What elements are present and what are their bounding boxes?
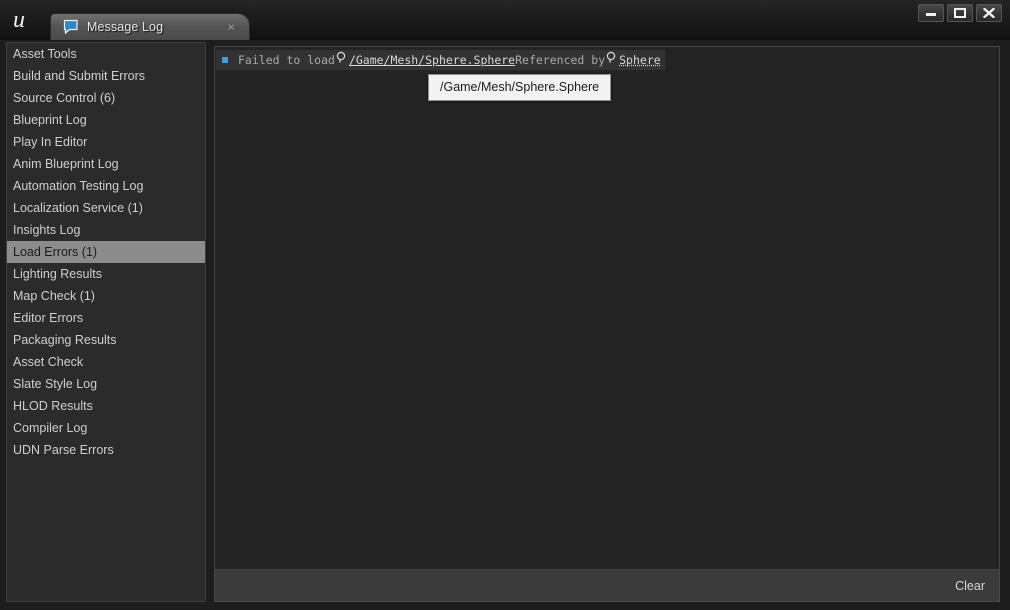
- search-icon[interactable]: [606, 51, 618, 69]
- sidebar-item-packaging-results[interactable]: Packaging Results: [7, 329, 205, 351]
- sidebar-item-slate-style-log[interactable]: Slate Style Log: [7, 373, 205, 395]
- sidebar-item-map-check-1[interactable]: Map Check (1): [7, 285, 205, 307]
- sidebar-item-automation-testing-log[interactable]: Automation Testing Log: [7, 175, 205, 197]
- svg-text:u: u: [13, 7, 25, 33]
- sidebar-item-hlod-results[interactable]: HLOD Results: [7, 395, 205, 417]
- sidebar-item-localization-service-1[interactable]: Localization Service (1): [7, 197, 205, 219]
- sidebar-item-play-in-editor[interactable]: Play In Editor: [7, 131, 205, 153]
- search-icon[interactable]: [336, 51, 348, 69]
- close-icon[interactable]: ×: [227, 21, 235, 34]
- sidebar-item-compiler-log[interactable]: Compiler Log: [7, 417, 205, 439]
- title-bar: u Message Log ×: [0, 0, 1010, 40]
- tab-label: Message Log: [87, 20, 164, 34]
- asset-path-tooltip: /Game/Mesh/Sphere.Sphere: [428, 74, 612, 101]
- tab-message-log[interactable]: Message Log ×: [50, 13, 250, 40]
- asset-link-referencer[interactable]: Sphere: [619, 53, 661, 67]
- sidebar-item-build-and-submit-errors[interactable]: Build and Submit Errors: [7, 65, 205, 87]
- window-controls: [918, 4, 1002, 22]
- log-category-sidebar[interactable]: Asset Tools Build and Submit Errors Source…: [6, 42, 206, 602]
- sidebar-item-asset-tools[interactable]: Asset Tools: [7, 43, 205, 65]
- log-toolbar: Clear: [214, 570, 1000, 602]
- sidebar-item-source-control-6[interactable]: Source Control (6): [7, 87, 205, 109]
- message-log-icon: [62, 19, 79, 36]
- log-message-row[interactable]: Failed to load /Game/Mesh/Sphere.Sphere …: [216, 50, 665, 70]
- sidebar-item-anim-blueprint-log[interactable]: Anim Blueprint Log: [7, 153, 205, 175]
- asset-link-primary[interactable]: /Game/Mesh/Sphere.Sphere: [349, 53, 515, 67]
- sidebar-item-blueprint-log[interactable]: Blueprint Log: [7, 109, 205, 131]
- sidebar-item-udn-parse-errors[interactable]: UDN Parse Errors: [7, 439, 205, 461]
- clear-button[interactable]: Clear: [955, 579, 985, 593]
- sidebar-item-insights-log[interactable]: Insights Log: [7, 219, 205, 241]
- log-message-text-part1: Failed to load: [238, 53, 335, 67]
- sidebar-item-asset-check[interactable]: Asset Check: [7, 351, 205, 373]
- log-message-panel[interactable]: Failed to load /Game/Mesh/Sphere.Sphere …: [214, 46, 1000, 570]
- sidebar-item-load-errors-1[interactable]: Load Errors (1): [7, 241, 205, 263]
- message-log-window: u Message Log × Asset Tools Build and Su…: [0, 0, 1010, 610]
- sidebar-item-lighting-results[interactable]: Lighting Results: [7, 263, 205, 285]
- maximize-button[interactable]: [947, 4, 973, 22]
- unreal-engine-logo: u: [8, 3, 42, 35]
- info-bullet-icon: [222, 57, 228, 63]
- log-message-text-part2: Referenced by: [515, 53, 606, 67]
- close-button[interactable]: [976, 4, 1002, 22]
- minimize-button[interactable]: [918, 4, 944, 22]
- sidebar-item-editor-errors[interactable]: Editor Errors: [7, 307, 205, 329]
